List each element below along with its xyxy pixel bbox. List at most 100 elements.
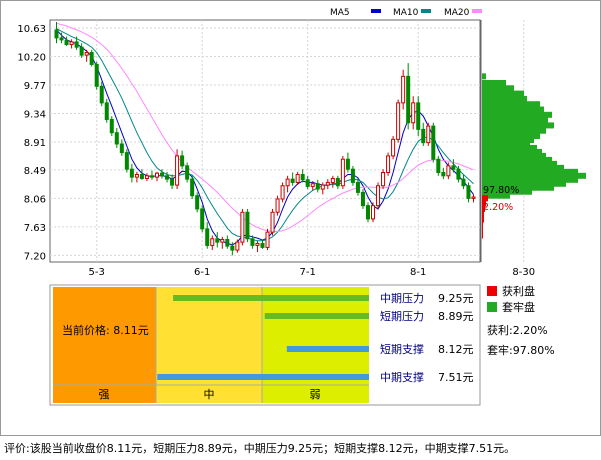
y-tick-label: 10.63 xyxy=(17,24,46,35)
candle-body xyxy=(355,181,360,193)
y-axis: 10.63 10.20 9.77 9.34 8.91 8.49 8.06 7.63 7.20 xyxy=(17,24,46,262)
chip-bar-locked xyxy=(482,95,527,102)
candle-body xyxy=(240,211,245,243)
current-price-label: 当前价格: 8.11元 xyxy=(62,323,149,337)
candle-body xyxy=(210,238,215,246)
candle-body xyxy=(386,155,391,173)
legend-ma10-label: MA10 xyxy=(393,8,419,18)
chip-bar-locked xyxy=(482,79,506,86)
chip-bar-locked xyxy=(482,127,546,134)
candle xyxy=(89,49,94,67)
locked-pct-label: 2.20% xyxy=(483,202,513,213)
candle-body xyxy=(421,128,426,144)
chip-bar-profit xyxy=(482,221,483,228)
candle-body xyxy=(451,165,456,170)
candle-body xyxy=(114,132,119,145)
candle-body xyxy=(446,165,451,177)
candle xyxy=(431,122,436,163)
candle-body xyxy=(360,191,365,207)
zone-strong-label: 强 xyxy=(99,388,110,401)
candle-body xyxy=(119,143,124,154)
x-tick-label: 8-1 xyxy=(410,267,426,278)
chip-bar-profit xyxy=(482,216,484,223)
candle-body xyxy=(270,211,275,233)
candle-body xyxy=(180,155,185,167)
candle xyxy=(275,195,280,216)
candle-body xyxy=(69,41,74,46)
candle-body xyxy=(54,29,59,39)
candle-body xyxy=(376,185,381,207)
chip-bar-locked xyxy=(482,90,524,97)
chart-canvas: MA5 MA10 MA20 10.63 10.20 9.77 9.34 8.91 8.49… xyxy=(0,0,601,436)
y-tick-label: 8.91 xyxy=(24,138,46,149)
legend-ma20-label: MA20 xyxy=(444,8,470,18)
candle-body xyxy=(436,158,441,173)
candle-body xyxy=(144,175,149,179)
candle xyxy=(376,182,381,209)
sr-level-bar xyxy=(286,346,369,352)
chip-legend: 获利盘 套牢盘 获利:2.20% 套牢:97.80% xyxy=(487,284,555,357)
candle xyxy=(365,202,370,223)
chip-distribution xyxy=(482,73,586,239)
candle-body xyxy=(225,238,230,247)
chip-bar-locked xyxy=(482,85,514,92)
candle xyxy=(240,208,245,246)
sr-level-bar xyxy=(173,295,369,301)
candle xyxy=(340,155,345,190)
x-tick-label: 6-1 xyxy=(194,267,210,278)
candle-body xyxy=(466,185,471,199)
candle-body xyxy=(265,231,270,248)
x-tick-label: 8-30 xyxy=(512,267,535,278)
candle-body xyxy=(285,178,290,187)
candle-body xyxy=(200,208,205,230)
sr-level-bar xyxy=(157,374,369,380)
candle-body xyxy=(74,41,79,48)
x-axis: 5-3 6-1 7-1 8-1 8-30 xyxy=(89,267,536,278)
candle-body xyxy=(205,228,210,246)
candle xyxy=(124,149,129,173)
candle-body xyxy=(280,185,285,200)
profit-pct-label: 97.80% xyxy=(483,185,519,196)
candle xyxy=(195,192,200,213)
locked-ratio: 套牢:97.80% xyxy=(487,343,555,357)
sr-level-value: 7.51元 xyxy=(438,371,474,384)
analysis-comment: 评价:该股当前收盘价8.11元，短期压力8.89元，中期压力9.25元；短期支撑… xyxy=(4,442,516,455)
candle-body xyxy=(275,198,280,213)
candle-body xyxy=(99,85,104,104)
y-tick-label: 7.63 xyxy=(24,223,46,234)
candle-body xyxy=(134,173,139,178)
candle-body xyxy=(345,158,350,170)
candle xyxy=(371,202,376,223)
candle-body xyxy=(310,183,315,187)
sr-level-label: 中期压力 xyxy=(380,292,424,305)
zone-strong xyxy=(53,287,156,403)
candle-body xyxy=(190,178,195,197)
candle-body xyxy=(411,102,416,124)
candle-body xyxy=(185,165,190,180)
support-resistance-panel: 强 中 弱 当前价格: 8.11元 中期压力 9.25元短期压力 8.89元短期支撑… xyxy=(49,284,481,406)
chip-bar-locked xyxy=(482,106,544,113)
y-tick-label: 9.77 xyxy=(24,81,46,92)
candle-body xyxy=(471,196,476,199)
ma-legend: MA5 MA10 MA20 xyxy=(330,8,482,18)
legend-ma20-swatch xyxy=(472,9,482,13)
candle-body xyxy=(79,46,84,56)
candle-body xyxy=(371,205,376,220)
candle-body xyxy=(335,177,340,187)
candle-body xyxy=(406,75,411,124)
y-tick-label: 7.20 xyxy=(24,251,46,262)
candle xyxy=(381,169,386,190)
candle-body xyxy=(64,40,69,46)
candle-body xyxy=(305,179,310,187)
candle xyxy=(270,208,275,236)
candle xyxy=(200,205,205,233)
candle-body xyxy=(124,152,129,170)
candle-body xyxy=(295,173,300,183)
candle-body xyxy=(401,75,406,104)
candle-body xyxy=(170,178,175,186)
chip-bar-profit xyxy=(482,195,488,202)
legend-ma5-label: MA5 xyxy=(330,8,350,18)
candle-body xyxy=(416,102,421,130)
profit-ratio: 获利:2.20% xyxy=(487,324,548,337)
chip-bar-locked xyxy=(482,117,548,124)
